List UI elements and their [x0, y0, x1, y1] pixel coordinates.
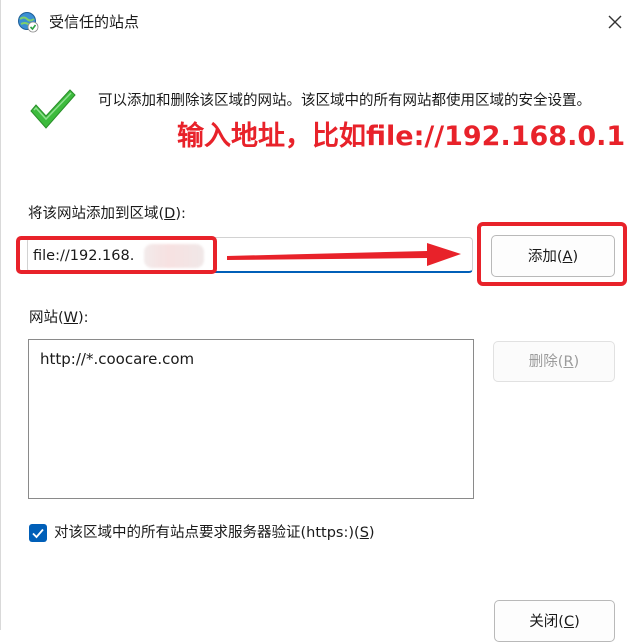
- zone-info-text: 可以添加和删除该区域的网站。该区域中的所有网站都使用区域的安全设置。: [98, 93, 591, 109]
- title-bar: 受信任的站点: [1, 0, 640, 46]
- add-button[interactable]: 添加(A): [491, 235, 615, 277]
- list-item[interactable]: http://*.coocare.com: [40, 349, 194, 369]
- annotation-text: 输入地址，比如file://192.168.0.1: [177, 121, 626, 152]
- websites-list[interactable]: http://*.coocare.com: [28, 339, 474, 499]
- close-icon[interactable]: [603, 10, 627, 34]
- websites-label: 网站(W):: [29, 310, 89, 326]
- add-site-label: 将该网站添加到区域(D):: [28, 206, 186, 222]
- globe-check-icon: [18, 12, 39, 33]
- https-checkbox-label[interactable]: 对该区域中的所有站点要求服务器验证(https:)(S): [54, 523, 375, 543]
- trusted-sites-dialog: 受信任的站点 可以添加和删除该区域的网站。该区域中的所有网站都使用区域的安全设置…: [0, 0, 640, 642]
- red-arrow-icon: [227, 243, 461, 266]
- window-title: 受信任的站点: [49, 13, 140, 31]
- checkmark-icon: [32, 528, 44, 539]
- highlight-box-input: [16, 236, 217, 274]
- remove-button: 删除(R): [493, 341, 615, 382]
- close-button[interactable]: 关闭(C): [494, 600, 615, 642]
- green-check-icon: [30, 89, 76, 129]
- https-checkbox[interactable]: [29, 524, 47, 542]
